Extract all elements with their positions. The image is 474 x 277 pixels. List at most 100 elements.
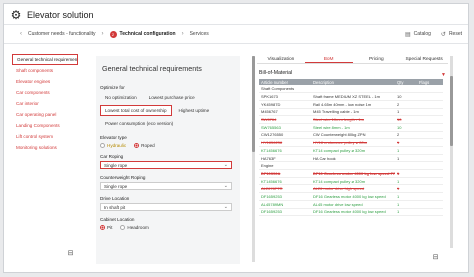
cell-article: M456767 — [259, 108, 311, 117]
reset-button[interactable]: ↺ Reset — [441, 31, 462, 38]
chevron-left-icon[interactable]: ‹ — [20, 31, 22, 37]
app-title: Elevator solution — [27, 10, 94, 20]
table-row[interactable]: DF1659253 DF16 Gearless motor 4000 kg low… — [259, 208, 443, 217]
cw-roping-value: Single rope — [104, 183, 128, 189]
table-row[interactable]: CW1276550 CW Counterweight 80kg ZPN 2 — [259, 131, 443, 140]
cw-roping-label: Counterweight Roping — [100, 175, 146, 180]
bom-scrollbar[interactable] — [450, 56, 453, 248]
cell-description: Shaft frame MEDIUM XZ STEEL - 1m — [311, 92, 395, 101]
cabinet-location-options: Pit Headroom — [100, 225, 232, 230]
table-row[interactable]: HY1856238 HY18 endurance pulley ø 80m 1 — [259, 138, 443, 147]
option-lowest-tco[interactable]: Lowest total cost of ownership — [100, 105, 172, 116]
table-row[interactable]: YK45987D Rail 4.65m 40mm - low noise 1m 2 — [259, 100, 443, 109]
cell-article: KT1456676 — [259, 177, 311, 186]
sidebar-item-lift-control[interactable]: Lift control system — [12, 131, 78, 142]
header: ⚙ Elevator solution — [4, 4, 468, 26]
table-row[interactable]: DF10392A DF10 Gearless motor 4000 kg low … — [259, 169, 443, 178]
chevron-down-icon: ⌄ — [223, 183, 228, 189]
table-row[interactable]: AL45789MN AL45 motor drive low speed 1 — [259, 200, 443, 209]
table-row[interactable]: SPK1673 Shaft frame MEDIUM XZ STEEL - 1m 1… — [259, 92, 443, 101]
sidebar-item-car-components[interactable]: Car components — [12, 87, 78, 98]
breadcrumb-step-1[interactable]: Customer needs - functionality — [28, 31, 96, 37]
cell-flags — [417, 154, 443, 163]
radio-dot — [120, 225, 126, 230]
reset-label: Reset — [448, 31, 462, 37]
sidebar-item-shaft[interactable]: Shaft components — [12, 65, 78, 76]
filter-icon[interactable]: ▼ — [441, 72, 446, 78]
tab-visualization[interactable]: Visualization — [257, 56, 305, 63]
gear-icon: ⚙ — [10, 8, 22, 22]
radio-headroom-label: Headroom — [127, 225, 149, 230]
cell-qty: 10 — [395, 123, 417, 132]
cell-description: DF10 Gearless motor 4000 kg low speed PR… — [311, 169, 395, 178]
cell-flags — [417, 161, 443, 171]
option-power-consumption[interactable]: Power consumption (eco version) — [100, 118, 178, 129]
radio-pit[interactable]: Pit — [100, 225, 112, 230]
scrollbar-thumb[interactable] — [252, 56, 255, 152]
radio-roped-label: Roped — [141, 143, 155, 148]
table-row[interactable]: AL2678FTR AL26 motor drive high speed 1 — [259, 184, 443, 194]
cell-article: SW6764 — [259, 115, 311, 124]
table-row[interactable]: M456767 M45 Travelling cable - 1m 1 — [259, 108, 443, 117]
cell-qty: 1 — [395, 146, 417, 155]
bom-title: Bill-of-Material — [259, 70, 293, 76]
table-row[interactable]: SW6764 Steel wire 10mm length - 1m 10 — [259, 115, 443, 124]
cell-flags — [417, 169, 443, 178]
sidebar-item-car-interior[interactable]: Car interior — [12, 98, 78, 109]
radio-hydraulic[interactable]: Hydraulic — [100, 143, 126, 148]
table-row[interactable]: Engine — [259, 161, 443, 171]
elevator-type-label: Elevator type — [100, 135, 127, 140]
sidebar-item-engines[interactable]: Elevator engines — [12, 76, 78, 87]
cell-flags — [417, 92, 443, 101]
tab-special-requests[interactable]: Special Requests — [400, 56, 448, 63]
cell-qty: 1 — [395, 200, 417, 209]
sidebar-item-general[interactable]: General technical requirements — [12, 54, 78, 65]
next-page-icon[interactable]: ⊟ — [431, 252, 440, 261]
step-number: 2 — [109, 30, 117, 38]
car-roping-select[interactable]: Single rope ⌄ — [100, 161, 232, 169]
cell-flags — [417, 184, 443, 194]
scrollbar-thumb[interactable] — [450, 76, 453, 146]
cell-qty: 2 — [395, 100, 417, 109]
cell-qty: 1 — [395, 154, 417, 163]
sidebar-item-car-panel[interactable]: Car operating panel — [12, 109, 78, 120]
optimize-label: Optimize for — [100, 85, 125, 90]
reset-icon: ↺ — [440, 31, 446, 38]
cell-description — [311, 85, 395, 94]
option-lowest-price[interactable]: Lowest purchase price — [144, 92, 200, 103]
sidebar-item-landing[interactable]: Landing Components — [12, 120, 78, 131]
cw-roping-select[interactable]: Single rope ⌄ — [100, 182, 232, 190]
radio-dot — [100, 225, 105, 230]
table-row[interactable]: DF1659253 DF16 Gearless motor 4000 kg low… — [259, 192, 443, 201]
table-row[interactable]: Shaft Components — [259, 85, 443, 94]
prev-page-icon[interactable]: ⊟ — [66, 248, 75, 257]
cell-article: AL2678FTR — [259, 184, 311, 194]
config-panel: General technical requirements Optimize … — [96, 56, 240, 264]
radio-headroom[interactable]: Headroom — [120, 225, 149, 230]
tab-pricing[interactable]: Pricing — [353, 56, 401, 63]
table-row[interactable]: HA763F HA Car hook 1 — [259, 154, 443, 163]
table-row[interactable]: SW765563 Steel wire 8mm - 1m 10 — [259, 123, 443, 132]
tab-bom[interactable]: BoM — [304, 56, 353, 63]
cell-flags — [417, 208, 443, 217]
cell-qty: 10 — [395, 92, 417, 101]
catalog-button[interactable]: ▤ Catalog — [405, 31, 431, 38]
option-no-optimization[interactable]: No optimization — [100, 92, 142, 103]
sidebar-item-monitoring[interactable]: Monitoring solutions — [12, 142, 78, 153]
breadcrumb-step-2-label: Technical configuration — [119, 31, 176, 37]
cell-article: AL45789MN — [259, 200, 311, 209]
breadcrumb-step-3[interactable]: Services — [190, 31, 209, 37]
radio-dot — [100, 143, 105, 148]
cell-article: KT1456676 — [259, 146, 311, 155]
tab-bar: Visualization BoM Pricing Special Reques… — [257, 56, 448, 64]
breadcrumb-step-2[interactable]: 2 Technical configuration — [109, 30, 176, 38]
option-highest-uptime[interactable]: Highest uptime — [174, 105, 215, 116]
table-row[interactable]: KT1456676 KT14 compact pulley ø 320m 1 — [259, 146, 443, 155]
config-content: Optimize for No optimization Lowest purc… — [100, 81, 232, 230]
cell-description: HA Car hook — [311, 154, 395, 163]
config-scrollbar[interactable] — [252, 56, 255, 262]
drive-location-select[interactable]: In shaft pit ⌄ — [100, 203, 232, 211]
radio-roped[interactable]: Roped — [134, 143, 155, 148]
breadcrumb-step-3-label: Services — [189, 31, 209, 37]
table-row[interactable]: KT1456676 KT14 compact pulley ø 320m 1 — [259, 177, 443, 186]
